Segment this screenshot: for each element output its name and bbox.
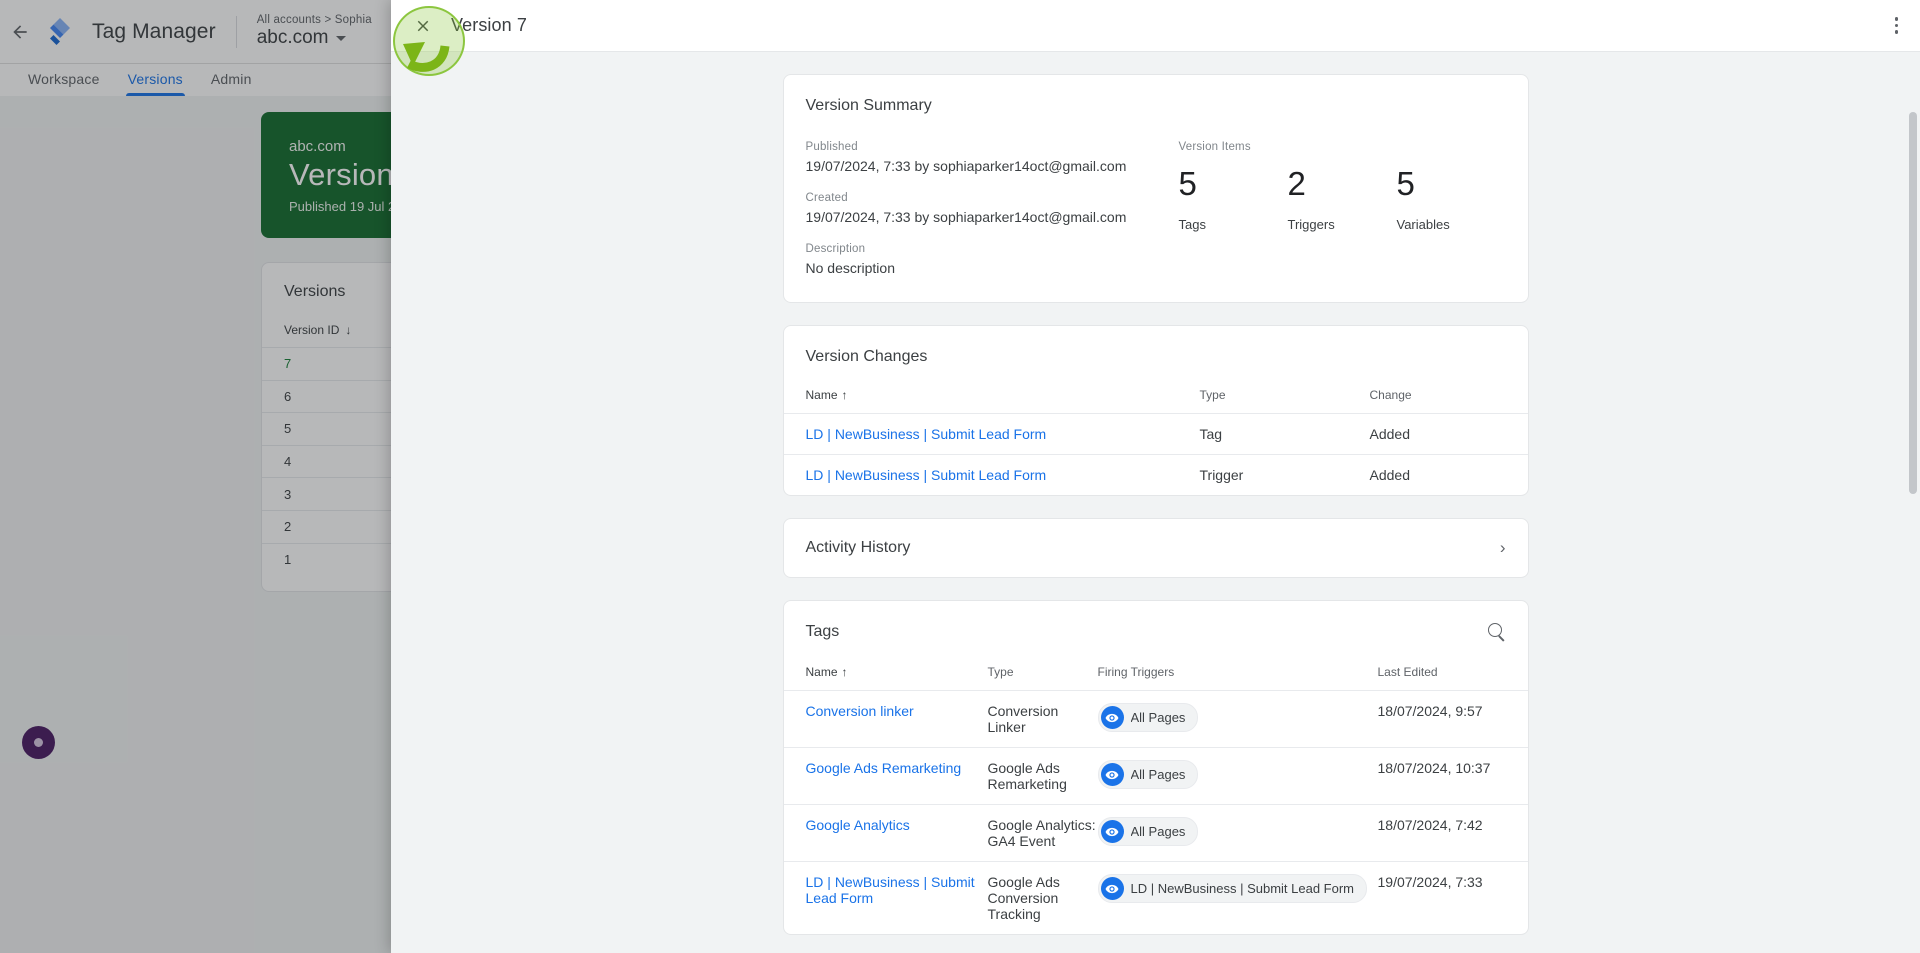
version-items-block: Version Items 5 Tags 2 Triggers 5 Variab…: [1173, 141, 1506, 276]
table-row[interactable]: LD | NewBusiness | Submit Lead Form Trig…: [784, 455, 1528, 496]
version-changes-table: Name ↑ Type Change LD | NewBusiness | Sub…: [783, 366, 1528, 496]
table-header-row: Name ↑ Type Change: [783, 366, 1528, 414]
tags-count: 5: [1178, 165, 1197, 202]
pageview-trigger-icon: [1100, 706, 1124, 729]
activity-history-title: Activity History: [805, 539, 911, 556]
tag-last-edited: 19/07/2024, 7:33: [1377, 874, 1483, 890]
pageview-trigger-icon: [1100, 820, 1124, 843]
sort-asc-icon: ↑: [841, 665, 848, 679]
description-label: Description: [805, 243, 866, 255]
tag-name-link[interactable]: Google Ads Remarketing: [806, 760, 962, 776]
table-header-row: Name ↑ Type Firing Triggers Last Edited: [783, 643, 1528, 691]
table-row[interactable]: Google Ads Remarketing Google Ads Remark…: [783, 747, 1528, 805]
pageview-trigger-icon: [1100, 763, 1124, 786]
search-icon[interactable]: [1486, 621, 1508, 643]
table-row[interactable]: Conversion linker Conversion Linker All …: [783, 690, 1528, 748]
column-header-name[interactable]: Name ↑: [783, 366, 1200, 414]
tag-last-edited: 18/07/2024, 7:42: [1377, 804, 1528, 862]
tag-firing-trigger: LD | NewBusiness | Submit Lead Form: [1097, 862, 1378, 935]
table-row[interactable]: LD | NewBusiness | Submit Lead Form Goog…: [784, 862, 1528, 935]
column-header-type[interactable]: Type: [1199, 366, 1370, 414]
tag-firing-trigger: All Pages: [1097, 690, 1378, 748]
version-changes-card: Version Changes Name ↑ Type Change LD | …: [782, 325, 1529, 496]
column-header-name[interactable]: Name ↑: [783, 643, 988, 691]
column-header-firing-triggers[interactable]: Firing Triggers: [1097, 643, 1378, 691]
change-name-link[interactable]: LD | NewBusiness | Submit Lead Form: [806, 467, 1047, 483]
tag-type: Conversion Linker: [987, 690, 1098, 748]
modal-header: Version 7: [391, 0, 1920, 52]
version-item-tags: 5 Tags: [1178, 165, 1288, 232]
activity-history-card[interactable]: Activity History ›: [782, 518, 1529, 578]
version-summary-fields: Published 19/07/2024, 7:33 by sophiapark…: [806, 141, 1173, 276]
column-label-name: Name: [805, 665, 838, 679]
tag-name-link[interactable]: LD | NewBusiness | Submit Lead Form: [806, 874, 975, 906]
created-field: Created 19/07/2024, 7:33 by sophiaparker…: [806, 192, 1173, 225]
trigger-chip[interactable]: All Pages: [1097, 817, 1199, 846]
modal-scrollbar[interactable]: [1906, 104, 1920, 953]
column-label-name: Name: [805, 388, 838, 402]
created-value: 19/07/2024, 7:33 by sophiaparker14oct@gm…: [805, 209, 1127, 225]
description-value: No description: [805, 260, 896, 276]
created-label: Created: [805, 192, 848, 204]
tags-table: Name ↑ Type Firing Triggers Last Edited C…: [783, 643, 1528, 935]
version-summary-card: Version Summary Published 19/07/2024, 7:…: [782, 74, 1529, 303]
version-detail-modal: Version 7 Version Summary Published 19/0…: [391, 0, 1920, 953]
trigger-chip[interactable]: All Pages: [1097, 760, 1199, 789]
chevron-right-icon[interactable]: ›: [1500, 538, 1506, 558]
tags-caption: Tags: [1178, 216, 1206, 232]
column-header-last-edited[interactable]: Last Edited: [1377, 643, 1528, 691]
tag-type: Google Analytics: GA4 Event: [987, 804, 1098, 862]
modal-scrollbar-thumb[interactable]: [1909, 112, 1917, 494]
version-items-label: Version Items: [1178, 141, 1251, 153]
tag-name-link[interactable]: Conversion linker: [806, 703, 914, 719]
variables-count: 5: [1396, 165, 1415, 202]
version-changes-title: Version Changes: [805, 348, 928, 365]
description-field: Description No description: [806, 243, 1173, 276]
change-name-link[interactable]: LD | NewBusiness | Submit Lead Form: [806, 426, 1047, 442]
tag-type: Google Ads Remarketing: [987, 747, 1098, 805]
tags-title: Tags: [805, 623, 840, 640]
triggers-caption: Triggers: [1287, 216, 1335, 232]
published-field: Published 19/07/2024, 7:33 by sophiapark…: [806, 141, 1173, 174]
trigger-chip-label: LD | NewBusiness | Submit Lead Form: [1130, 881, 1355, 896]
tags-card: Tags Name ↑ Type Firing Triggers Last Edi…: [782, 600, 1529, 935]
table-row[interactable]: LD | NewBusiness | Submit Lead Form Tag …: [783, 413, 1528, 455]
modal-scroll-area: Version Summary Published 19/07/2024, 7:…: [391, 52, 1920, 953]
trigger-chip[interactable]: LD | NewBusiness | Submit Lead Form: [1097, 874, 1368, 903]
tag-last-edited: 18/07/2024, 10:37: [1377, 747, 1528, 805]
curved-arrow-icon: [403, 42, 450, 72]
tag-firing-trigger: All Pages: [1097, 747, 1378, 805]
tag-firing-trigger: All Pages: [1097, 804, 1378, 862]
change-type: Tag: [1199, 413, 1370, 455]
triggers-count: 2: [1287, 165, 1306, 202]
published-label: Published: [805, 141, 858, 153]
column-header-change[interactable]: Change: [1369, 366, 1528, 414]
variables-caption: Variables: [1396, 216, 1450, 232]
published-value: 19/07/2024, 7:33 by sophiaparker14oct@gm…: [805, 158, 1127, 174]
trigger-chip-label: All Pages: [1130, 767, 1186, 782]
trigger-chip-label: All Pages: [1130, 710, 1186, 725]
version-item-triggers: 2 Triggers: [1287, 165, 1397, 232]
sort-asc-icon: ↑: [841, 388, 848, 402]
version-item-variables: 5 Variables: [1396, 165, 1506, 232]
version-summary-title: Version Summary: [805, 97, 932, 114]
tag-type: Google Ads Conversion Tracking: [987, 874, 1060, 922]
column-header-type[interactable]: Type: [987, 643, 1098, 691]
tag-last-edited: 18/07/2024, 9:57: [1377, 690, 1528, 748]
annotation-highlight-circle: [393, 6, 465, 76]
trigger-chip[interactable]: All Pages: [1097, 703, 1199, 732]
change-type: Trigger: [1199, 467, 1244, 483]
pageview-trigger-icon: [1100, 877, 1124, 900]
change-action: Added: [1369, 413, 1528, 455]
more-vert-icon[interactable]: [1894, 17, 1898, 34]
trigger-chip-label: All Pages: [1130, 824, 1186, 839]
change-action: Added: [1369, 467, 1410, 483]
table-row[interactable]: Google Analytics Google Analytics: GA4 E…: [783, 804, 1528, 862]
tag-name-link[interactable]: Google Analytics: [806, 817, 910, 833]
